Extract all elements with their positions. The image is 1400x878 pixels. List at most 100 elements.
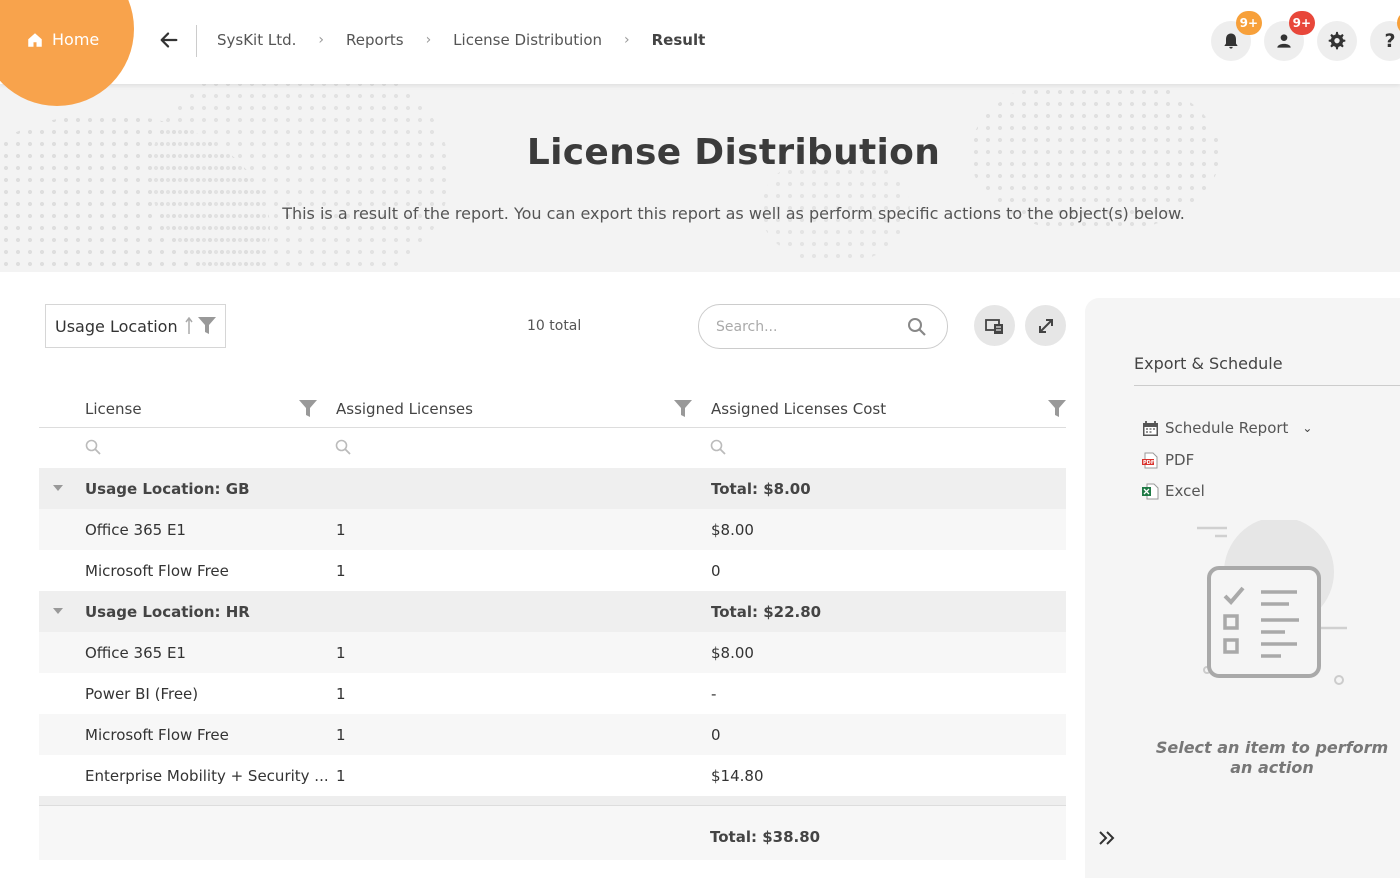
checklist-illustration-icon [1197, 520, 1347, 685]
group-by-label: Usage Location [55, 316, 178, 336]
cell-license: Office 365 E1 [85, 644, 186, 662]
breadcrumb-company[interactable]: SysKit Ltd. [217, 31, 296, 49]
breadcrumb: SysKit Ltd. › Reports › License Distribu… [217, 31, 705, 49]
dot-pattern [150, 84, 450, 272]
filter-icon[interactable] [299, 400, 317, 417]
excel-icon [1142, 483, 1159, 499]
column-chooser-button[interactable] [974, 305, 1015, 346]
pdf-label: PDF [1165, 451, 1195, 469]
column-header-assigned-licenses[interactable]: Assigned Licenses [336, 400, 473, 418]
cell-cost: - [711, 685, 717, 703]
report-grid: License Assigned Licenses Assigned Licen… [39, 388, 1066, 860]
breadcrumb-license-distribution[interactable]: License Distribution [453, 31, 602, 49]
svg-text:PDF: PDF [1143, 460, 1154, 466]
top-bar: Home SysKit Ltd. › Reports › License Dis… [0, 0, 1400, 106]
table-row[interactable]: Enterprise Mobility + Security ... 1 $14… [39, 755, 1066, 796]
column-chooser-icon [984, 318, 1003, 334]
column-header-license[interactable]: License [85, 400, 142, 418]
expand-button[interactable] [1025, 305, 1066, 346]
sort-arrow-icon[interactable] [184, 317, 194, 335]
bell-icon [1224, 33, 1238, 49]
search-icon[interactable] [335, 439, 351, 455]
filter-row [39, 428, 1066, 468]
cell-cost: $8.00 [711, 521, 754, 539]
gear-icon [1328, 31, 1346, 50]
column-header-assigned-licenses-cost[interactable]: Assigned Licenses Cost [711, 400, 886, 418]
grand-total: Total: $38.80 [710, 828, 821, 846]
pdf-icon: PDF [1142, 452, 1158, 468]
table-row[interactable]: Microsoft Flow Free 1 0 [39, 550, 1066, 591]
search-input[interactable] [716, 318, 896, 335]
group-row[interactable]: Usage Location: GB Total: $8.00 [39, 468, 1066, 509]
cell-assigned: 1 [336, 644, 346, 662]
grid-separator [39, 796, 1066, 805]
divider [196, 25, 197, 57]
home-button[interactable]: Home [26, 30, 99, 49]
search-icon[interactable] [85, 439, 101, 455]
cell-assigned: 1 [336, 562, 346, 580]
help-button[interactable]: ? ! [1370, 11, 1400, 61]
cell-license: Office 365 E1 [85, 521, 186, 539]
panel-title: Export & Schedule [1134, 354, 1283, 373]
top-icons: 9+ 9+ ? ! [1211, 11, 1400, 61]
search-icon[interactable] [710, 439, 726, 455]
export-excel-button[interactable]: Excel [1142, 482, 1205, 500]
cell-cost: $8.00 [711, 644, 754, 662]
grid-header: License Assigned Licenses Assigned Licen… [39, 388, 1066, 428]
question-icon: ? [1384, 30, 1396, 52]
grid-footer: Total: $38.80 [39, 805, 1066, 860]
cell-license: Power BI (Free) [85, 685, 199, 703]
cell-assigned: 1 [336, 685, 346, 703]
group-total: Total: $22.80 [711, 603, 822, 621]
cell-cost: $14.80 [711, 767, 764, 785]
cell-license: Microsoft Flow Free [85, 726, 229, 744]
filter-icon[interactable] [198, 317, 216, 334]
group-label: Usage Location: HR [85, 603, 250, 621]
cell-assigned: 1 [336, 726, 346, 744]
settings-button[interactable] [1317, 21, 1357, 61]
filter-icon[interactable] [674, 400, 692, 417]
notifications-button[interactable]: 9+ [1211, 11, 1262, 61]
search-box[interactable] [698, 304, 948, 349]
schedule-report-label: Schedule Report [1165, 419, 1289, 437]
export-schedule-panel: Export & Schedule Schedule Report ⌄ PDF … [1085, 298, 1400, 878]
breadcrumb-reports[interactable]: Reports [346, 31, 404, 49]
chevron-down-icon: ⌄ [1302, 421, 1313, 435]
back-arrow-icon[interactable] [158, 29, 180, 51]
export-pdf-button[interactable]: PDF PDF [1142, 451, 1194, 469]
table-row[interactable]: Power BI (Free) 1 - [39, 673, 1066, 714]
page-subtitle: This is a result of the report. You can … [282, 204, 1185, 223]
users-badge: 9+ [1288, 11, 1315, 35]
users-button[interactable]: 9+ [1264, 11, 1315, 61]
chevron-right-icon: › [425, 32, 432, 48]
schedule-report-button[interactable]: Schedule Report ⌄ [1142, 419, 1312, 437]
table-row[interactable]: Office 365 E1 1 $8.00 [39, 632, 1066, 673]
cell-license: Microsoft Flow Free [85, 562, 229, 580]
search-icon[interactable] [907, 317, 927, 337]
breadcrumb-current: Result [651, 31, 706, 49]
table-row[interactable]: Office 365 E1 1 $8.00 [39, 509, 1066, 550]
cell-license: Enterprise Mobility + Security ... [85, 767, 329, 785]
table-row[interactable]: Microsoft Flow Free 1 0 [39, 714, 1066, 755]
cell-assigned: 1 [336, 521, 346, 539]
chevron-right-icon: › [318, 32, 325, 48]
collapse-caret-icon[interactable] [53, 485, 63, 491]
chevron-right-icon: › [624, 32, 630, 48]
page-title: License Distribution [526, 132, 941, 173]
cell-cost: 0 [711, 726, 721, 744]
group-row[interactable]: Usage Location: HR Total: $22.80 [39, 591, 1066, 632]
panel-divider [1134, 385, 1400, 386]
collapse-caret-icon[interactable] [53, 608, 63, 614]
group-by-chip[interactable]: Usage Location [45, 304, 226, 348]
home-label: Home [52, 30, 100, 49]
user-icon [1277, 34, 1291, 48]
cell-cost: 0 [711, 562, 721, 580]
excel-label: Excel [1165, 482, 1205, 500]
double-chevron-right-icon[interactable] [1097, 828, 1117, 848]
hero-banner: License Distribution This is a result of… [0, 84, 1400, 272]
filter-icon[interactable] [1048, 400, 1066, 417]
expand-icon [1038, 318, 1053, 333]
total-count: 10 total [527, 318, 582, 334]
cell-assigned: 1 [336, 767, 346, 785]
home-icon [28, 32, 42, 47]
